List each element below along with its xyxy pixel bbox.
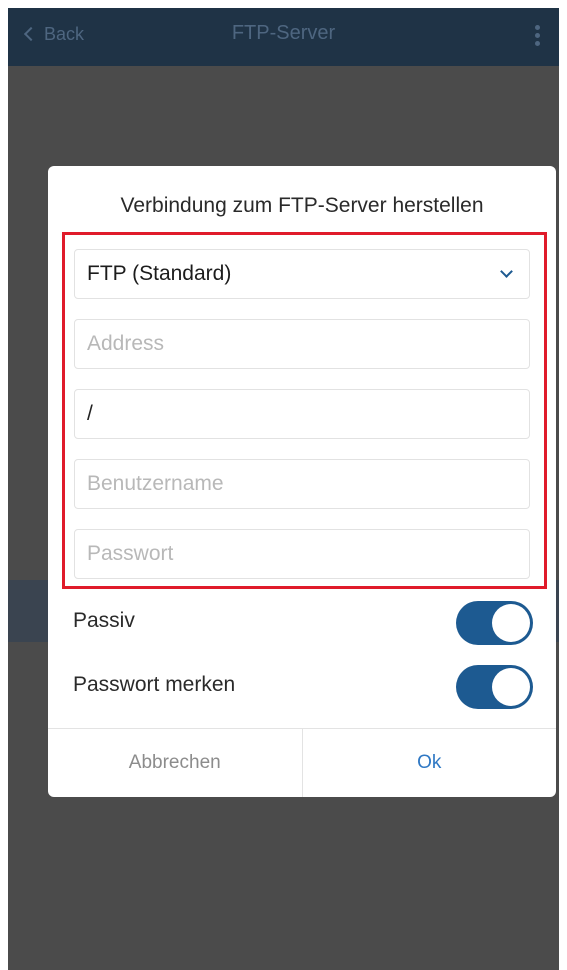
username-input[interactable]: Benutzername	[74, 459, 530, 509]
passive-toggle[interactable]	[456, 601, 533, 645]
address-placeholder: Address	[87, 332, 165, 355]
ok-button[interactable]: Ok	[303, 729, 557, 797]
app-screen: Back FTP-Server Verbindung zum FTP-Serve…	[8, 8, 559, 970]
dialog-footer: Abbrechen Ok	[48, 728, 556, 797]
password-input[interactable]: Passwort	[74, 529, 530, 579]
toggle-knob	[492, 604, 530, 642]
address-input[interactable]: Address	[74, 319, 530, 369]
cancel-button[interactable]: Abbrechen	[48, 729, 303, 797]
chevron-down-icon	[500, 265, 513, 278]
dialog-title: Verbindung zum FTP-Server herstellen	[120, 194, 484, 217]
passive-label: Passiv	[73, 609, 135, 632]
path-input[interactable]: /	[74, 389, 530, 439]
more-options-icon[interactable]	[535, 22, 541, 50]
page-title: FTP-Server	[231, 22, 336, 44]
toggle-knob	[492, 668, 530, 706]
protocol-select-value: FTP (Standard)	[87, 262, 232, 285]
passive-row: Passiv	[73, 599, 533, 645]
username-placeholder: Benutzername	[87, 472, 224, 495]
path-value: /	[87, 402, 93, 425]
ftp-connection-dialog: Verbindung zum FTP-Server herstellen FTP…	[48, 166, 556, 797]
remember-password-toggle[interactable]	[456, 665, 533, 709]
remember-password-label: Passwort merken	[73, 673, 236, 696]
protocol-select[interactable]: FTP (Standard)	[74, 249, 530, 299]
top-navigation-bar: Back FTP-Server	[8, 8, 559, 66]
remember-password-row: Passwort merken	[73, 663, 533, 709]
password-placeholder: Passwort	[87, 542, 174, 565]
